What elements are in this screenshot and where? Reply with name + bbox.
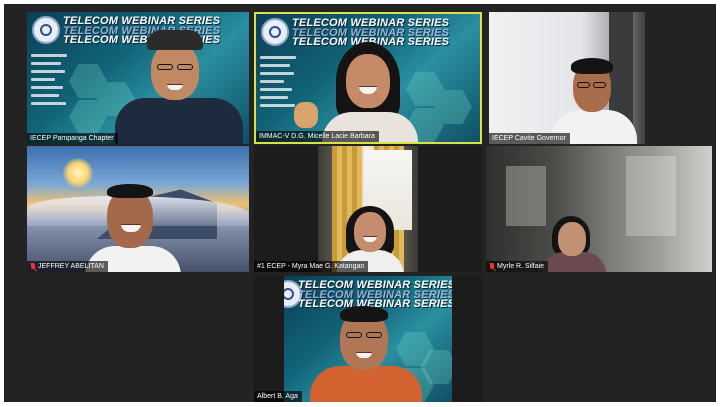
banner-topic-list — [31, 54, 73, 110]
participant-name-tag: IMMAC-V D.G. Micelle Lacie Barbara — [256, 131, 379, 142]
video-tile-6[interactable]: Myrle R. Silfaie — [486, 146, 712, 272]
video-tile-1[interactable]: TELECOM WEBINAR SERIES TELECOM WEBINAR S… — [27, 12, 249, 144]
mic-muted-icon — [30, 262, 36, 271]
participant-video — [314, 42, 424, 142]
participant-name-tag: JEFFREY ABELITAN — [27, 261, 108, 272]
participant-video — [81, 180, 181, 272]
video-grid: TELECOM WEBINAR SERIES TELECOM WEBINAR S… — [4, 4, 716, 402]
video-tile-2[interactable]: TELECOM WEBINAR SERIES TELECOM WEBINAR S… — [254, 12, 482, 144]
participant-name: #1 ECEP - Myra Mae G. Katangan — [257, 263, 365, 270]
participant-video — [107, 26, 247, 144]
participant-video — [549, 52, 639, 144]
participant-name: IECEP Cavite Governor — [492, 135, 566, 142]
organization-logo-icon — [32, 16, 60, 44]
participant-name: Albert B. Aga — [257, 393, 298, 400]
participant-video — [538, 216, 608, 272]
video-tile-4[interactable]: JEFFREY ABELITAN — [27, 146, 249, 272]
video-tile-7[interactable]: TELECOM WEBINAR SERIES TELECOM WEBINAR S… — [254, 276, 482, 402]
participant-name-tag: IECEP Cavite Governor — [489, 133, 570, 144]
mic-muted-icon — [489, 262, 495, 271]
participant-name-tag: Myrle R. Silfaie — [486, 261, 549, 272]
hand-gesture — [294, 102, 320, 130]
participant-video — [304, 300, 424, 402]
participant-name: Myrle R. Silfaie — [497, 263, 545, 270]
organization-logo-icon — [261, 18, 289, 46]
video-tile-3[interactable]: IECEP Cavite Governor — [489, 12, 645, 144]
participant-name-tag: IECEP Pampanga Chapter — [27, 133, 118, 144]
participant-name-tag: #1 ECEP - Myra Mae G. Katangan — [254, 261, 369, 272]
participant-name: IECEP Pampanga Chapter — [30, 135, 114, 142]
video-tile-5[interactable]: #1 ECEP - Myra Mae G. Katangan — [254, 146, 482, 272]
participant-name-tag: Albert B. Aga — [254, 391, 302, 402]
participant-name: IMMAC-V D.G. Micelle Lacie Barbara — [259, 133, 375, 140]
participant-name: JEFFREY ABELITAN — [38, 263, 104, 270]
